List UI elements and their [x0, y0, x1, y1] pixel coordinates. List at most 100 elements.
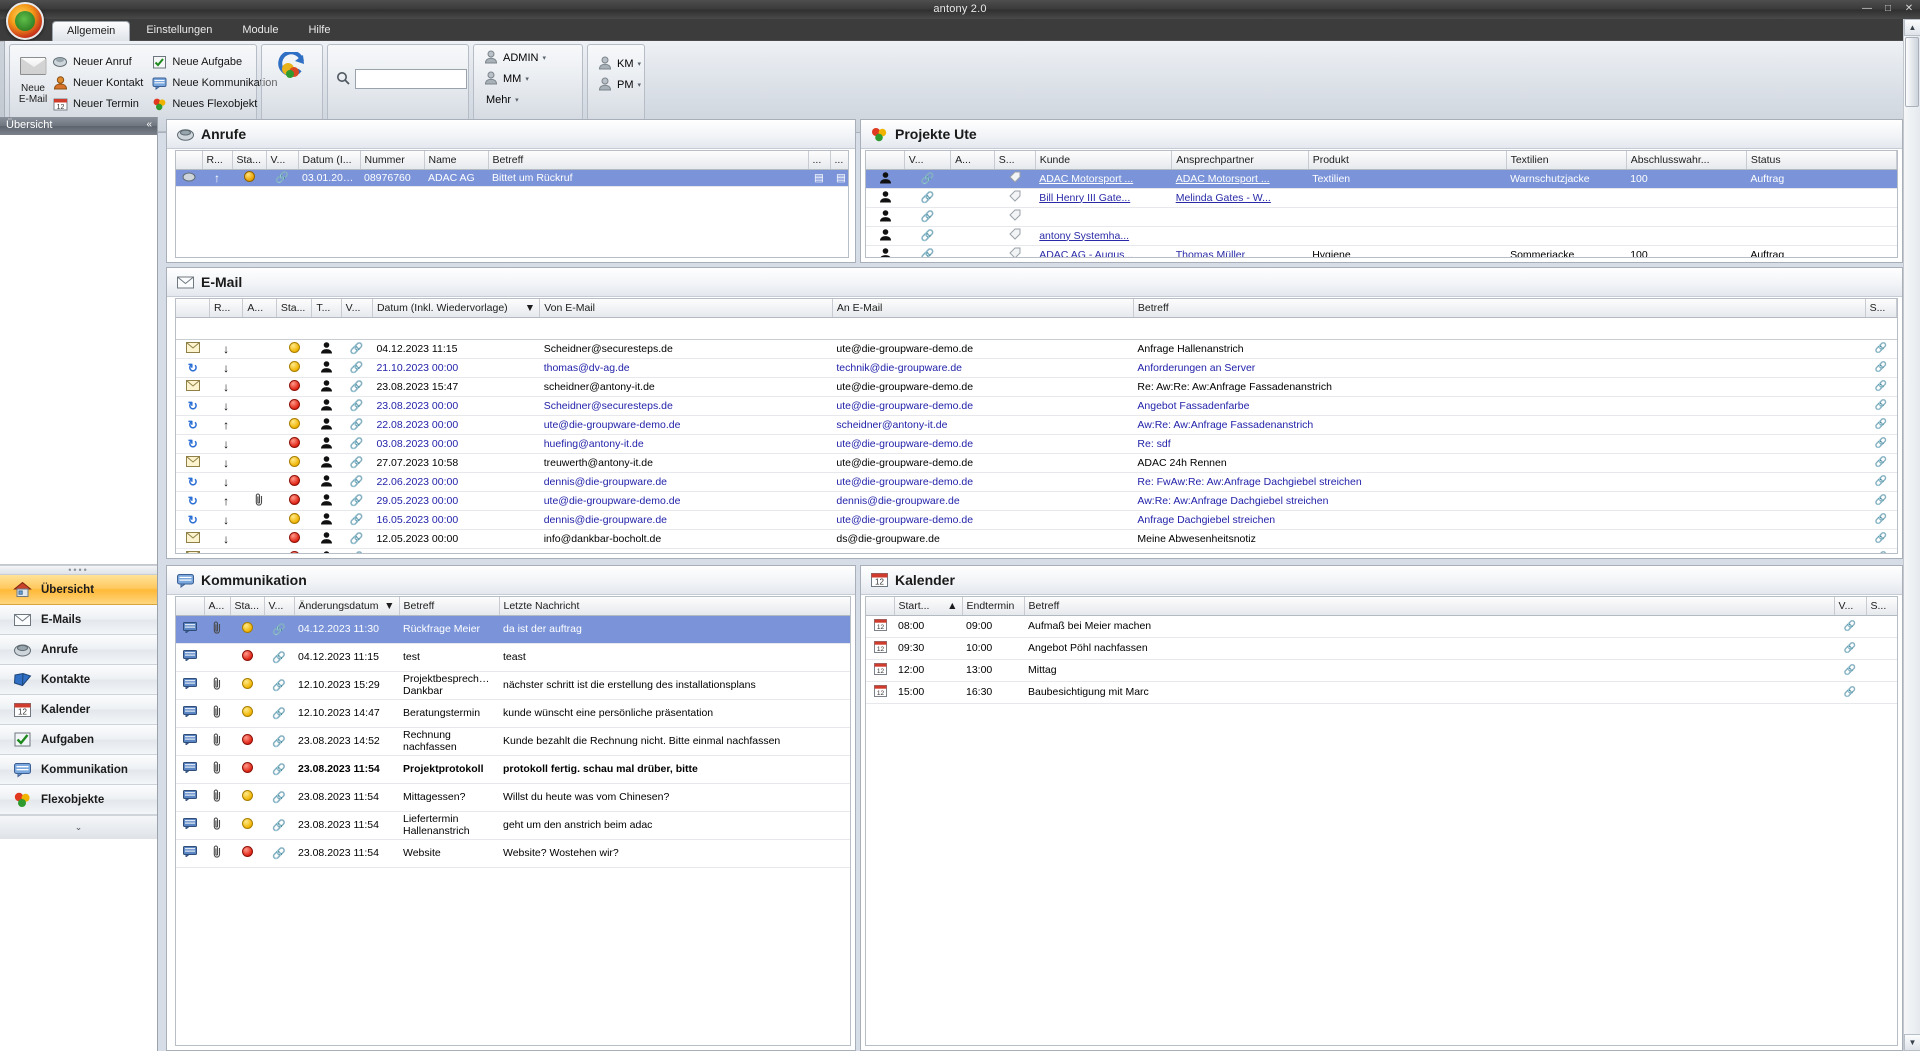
col-abschluss[interactable]: Abschlusswahr...	[1626, 151, 1747, 170]
kunde-link[interactable]: Bill Henry III Gate...	[1039, 192, 1130, 204]
table-row[interactable]: 🔗 23.08.2023 14:52 Rechnung nachfassen Kund…	[176, 727, 850, 756]
col-datum[interactable]: Datum (I...	[298, 151, 361, 170]
chevron-down-icon[interactable]: ▾	[525, 75, 529, 83]
maximize-button[interactable]: □	[1881, 2, 1895, 15]
table-row[interactable]: 🔗	[866, 207, 1897, 227]
collapse-icon[interactable]: «	[146, 119, 152, 130]
table-row[interactable]: 🔗 ADAC Motorsport ... ADAC Motorsport ... T…	[866, 169, 1897, 189]
table-row[interactable]: 🔗 23.08.2023 11:54 Website Website? Wostehe…	[176, 839, 850, 868]
scroll-down-arrow-icon[interactable]: ▼	[1904, 1034, 1920, 1051]
table-row[interactable]: 🔗 04.12.2023 11:30 Rückfrage Meier da ist d…	[176, 615, 850, 644]
col-kunde[interactable]: Kunde	[1035, 151, 1173, 170]
sidebar-item-emails[interactable]: E-Mails	[0, 605, 157, 635]
col-datum[interactable]: Datum (Inkl. Wiedervorlage) ▼	[372, 299, 541, 318]
scroll-up-arrow-icon[interactable]: ▲	[1904, 19, 1920, 36]
col-name[interactable]: Name	[424, 151, 489, 170]
table-row[interactable]: 🔗 ADAC AG - Augus... Thomas Müller Hygiene S…	[866, 245, 1897, 258]
col-aenderungsdatum[interactable]: Änderungsdatum ▼	[294, 597, 400, 616]
col-extra1[interactable]: ...	[808, 151, 831, 170]
col-r[interactable]: R...	[209, 299, 244, 318]
ansprechpartner-link[interactable]: Thomas Müller	[1176, 249, 1245, 258]
sidebar-item-anrufe[interactable]: Anrufe	[0, 635, 157, 665]
col-status[interactable]: Sta...	[230, 597, 265, 616]
col-textilien[interactable]: Textilien	[1506, 151, 1627, 170]
ansprechpartner-link[interactable]: ADAC Motorsport ...	[1176, 173, 1270, 185]
chevron-down-icon[interactable]: ▾	[638, 81, 642, 89]
col-s[interactable]: S...	[1865, 299, 1897, 318]
table-row[interactable]: ↻ ↓ 🔗 03.08.2023 00:00 huefing@antony-it.de u…	[176, 434, 1897, 454]
col-start[interactable]: Start... ▲	[894, 597, 963, 616]
table-row[interactable]: 🔗 23.08.2023 11:54 Liefertermin Hallenanst…	[176, 811, 850, 840]
col-extra2[interactable]: ...	[830, 151, 848, 170]
table-row[interactable]: 12 09:30 10:00 Angebot Pöhl nachfassen 🔗	[866, 637, 1897, 660]
table-row[interactable]: ↓ 🔗 04.12.2023 11:15 Scheidner@securesteps.…	[176, 339, 1897, 359]
tab-module[interactable]: Module	[228, 21, 292, 41]
user-admin[interactable]: ADMIN ▾	[480, 47, 550, 68]
table-row[interactable]: 🔗 antony Systemha...	[866, 226, 1897, 246]
table-row[interactable]: ↑ 🔗 03.01.202... 08976760 ADAC AG Bittet…	[176, 169, 848, 187]
col-letzte-nachricht[interactable]: Letzte Nachricht	[499, 597, 850, 616]
col-icon[interactable]	[176, 151, 203, 170]
col-status[interactable]: Sta...	[232, 151, 267, 170]
col-nummer[interactable]: Nummer	[360, 151, 425, 170]
col-von[interactable]: Von E-Mail	[539, 299, 833, 318]
table-row[interactable]: ↓ 🔗 30.11.2022 00:00thomas@dv-ag.deds@die-…	[176, 548, 1897, 553]
tab-allgemein[interactable]: Allgemein	[52, 21, 131, 41]
new-contact-button[interactable]: Neuer Kontakt	[50, 72, 149, 93]
col-v[interactable]: V...	[904, 151, 952, 170]
sidebar-item-aufgaben[interactable]: Aufgaben	[0, 725, 157, 755]
sidebar-item-kommunikation[interactable]: Kommunikation	[0, 755, 157, 785]
col-status[interactable]: Status	[1746, 151, 1897, 170]
chevron-down-icon[interactable]: ▾	[515, 96, 519, 104]
table-row[interactable]: ↻ ↓ 🔗 16.05.2023 00:00 dennis@die-groupware.…	[176, 510, 1897, 530]
table-row[interactable]: ↓ 🔗 27.07.2023 10:58 treuwerth@antony-it.de…	[176, 453, 1897, 473]
col-s[interactable]: S...	[994, 151, 1036, 170]
chevron-down-icon[interactable]: ▾	[638, 60, 642, 68]
search-input[interactable]	[355, 69, 467, 89]
table-row[interactable]: 🔗 23.08.2023 11:54 Projektprotokoll protoko…	[176, 755, 850, 784]
table-row[interactable]: ↻ ↓ 🔗 23.08.2023 00:00 Scheidner@securesteps…	[176, 396, 1897, 416]
col-a[interactable]: A...	[950, 151, 995, 170]
col-richtung[interactable]: R...	[202, 151, 233, 170]
col-v[interactable]: V...	[1834, 597, 1867, 616]
tab-einstellungen[interactable]: Einstellungen	[132, 21, 226, 41]
col-v[interactable]: V...	[341, 299, 373, 318]
col-status[interactable]: Sta...	[276, 299, 313, 318]
col-betreff[interactable]: Betreff	[399, 597, 500, 616]
new-email-button[interactable]: Neue E-Mail	[16, 47, 50, 105]
sonstiges-button[interactable]	[268, 47, 316, 89]
table-row[interactable]: 12 08:00 09:00 Aufmaß bei Meier machen 🔗	[866, 615, 1897, 638]
col-icon[interactable]	[866, 151, 905, 170]
table-row[interactable]: ↻ ↓ 🔗 22.06.2023 00:00 dennis@die-groupware.…	[176, 472, 1897, 492]
col-betreff[interactable]: Betreff	[1024, 597, 1835, 616]
scrollbar-thumb[interactable]	[1905, 37, 1919, 107]
col-icon[interactable]	[866, 597, 895, 616]
tab-hilfe[interactable]: Hilfe	[294, 21, 344, 41]
favorite-km[interactable]: KM ▾	[594, 53, 645, 74]
sidebar-item-kontakte[interactable]: Kontakte	[0, 665, 157, 695]
sidebar-resize-grip[interactable]: ••••	[0, 565, 157, 575]
table-row[interactable]: ↻ ↑ 🔗 29.05.2023 00:00 ute@die-groupware-dem…	[176, 491, 1897, 511]
minimize-button[interactable]: —	[1860, 2, 1874, 15]
close-button[interactable]: ✕	[1902, 2, 1916, 15]
table-row[interactable]: ↻ ↓ 🔗 21.10.2023 00:00 thomas@dv-ag.de techni…	[176, 358, 1897, 378]
table-row[interactable]: ↻ ↑ 🔗 22.08.2023 00:00 ute@die-groupware-dem…	[176, 415, 1897, 435]
col-s[interactable]: S...	[1866, 597, 1897, 616]
col-produkt[interactable]: Produkt	[1308, 151, 1507, 170]
col-betreff[interactable]: Betreff	[488, 151, 809, 170]
kunde-link[interactable]: ADAC AG - Augus...	[1039, 249, 1133, 258]
sidebar-item-flexobjekte[interactable]: Flexobjekte	[0, 785, 157, 815]
table-row[interactable]: 🔗 12.10.2023 15:29 Projektbesprechung Dank…	[176, 671, 850, 700]
col-a[interactable]: A...	[242, 299, 277, 318]
sidebar-item-kalender[interactable]: 12 Kalender	[0, 695, 157, 725]
sidebar-scroll-down-button[interactable]: ⌄	[0, 815, 157, 839]
col-icon[interactable]	[176, 597, 205, 616]
col-endtermin[interactable]: Endtermin	[962, 597, 1025, 616]
kunde-link[interactable]: antony Systemha...	[1039, 230, 1129, 242]
user-more[interactable]: Mehr ▾	[480, 89, 523, 110]
sidebar-item-uebersicht[interactable]: Übersicht	[0, 575, 157, 605]
new-call-button[interactable]: Neuer Anruf	[50, 51, 149, 72]
col-a[interactable]: A...	[204, 597, 231, 616]
chevron-down-icon[interactable]: ▾	[542, 54, 546, 62]
window-vertical-scrollbar[interactable]: ▲ ▼	[1903, 19, 1920, 1051]
